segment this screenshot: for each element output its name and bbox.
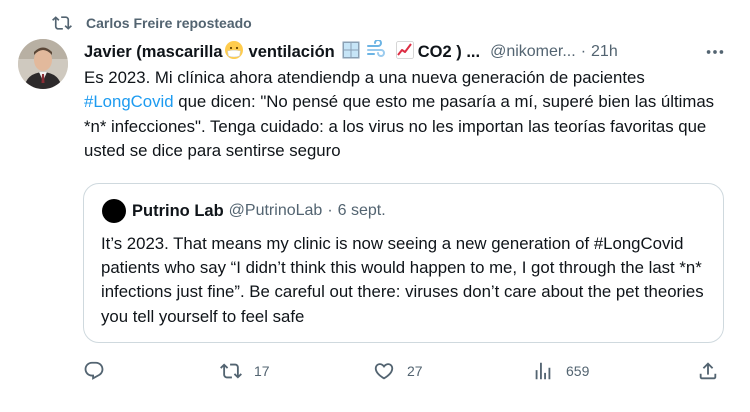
tweet-time[interactable]: 21h <box>591 43 618 61</box>
views-button[interactable]: 659 <box>532 358 589 384</box>
author-name-tail[interactable]: CO2 ) ... <box>418 43 480 62</box>
quoted-tweet-card[interactable]: Putrino Lab @PutrinoLab · 6 sept. It’s 2… <box>83 183 724 343</box>
quoted-tweet-text: It’s 2023. That means my clinic is now s… <box>101 234 704 326</box>
quoted-author-handle: @PutrinoLab <box>228 202 323 219</box>
repost-indicator: Carlos Freire reposteado <box>52 12 252 34</box>
views-count: 659 <box>566 363 590 379</box>
repost-icon <box>52 13 72 33</box>
reply-icon <box>84 361 104 380</box>
author-avatar[interactable] <box>18 39 68 89</box>
author-name[interactable]: Javier (mascarilla <box>84 43 223 62</box>
quoted-tweet-header: Putrino Lab @PutrinoLab · 6 sept. <box>102 199 386 223</box>
quoted-author-avatar <box>102 199 126 223</box>
repost-icon <box>220 363 242 379</box>
chart-increasing-emoji-icon <box>395 40 415 65</box>
quoted-tweet-date: 6 sept. <box>337 202 386 219</box>
share-icon <box>699 362 717 380</box>
like-button[interactable]: 27 <box>373 358 423 384</box>
wind-emoji-icon <box>366 38 386 65</box>
author-handle[interactable]: @nikomer... <box>490 43 576 61</box>
author-name-continued[interactable]: ventilación <box>249 43 335 62</box>
tweet-text: Es 2023. Mi clínica ahora atendiendp a u… <box>84 66 734 164</box>
tweet-header: Javier (mascarilla ventilación CO2) ...… <box>84 38 734 65</box>
repost-count: 17 <box>254 363 270 379</box>
hashtag-link[interactable]: #LongCovid <box>84 92 174 111</box>
tweet-actions: 17 27 659 <box>83 358 724 384</box>
quoted-author-name: Putrino Lab <box>132 201 224 220</box>
reply-button[interactable] <box>83 358 117 384</box>
views-icon <box>535 362 551 380</box>
more-icon[interactable] <box>704 41 726 63</box>
repost-label[interactable]: Carlos Freire reposteado <box>86 15 252 31</box>
repost-button[interactable]: 17 <box>220 358 270 384</box>
separator-dot: · <box>327 202 333 219</box>
share-button[interactable] <box>697 358 719 384</box>
tweet-text-part2: que dicen: "No pensé que esto me pasaría… <box>84 92 715 161</box>
mask-face-emoji-icon <box>224 40 244 65</box>
heart-icon <box>374 363 394 380</box>
separator-dot: · <box>580 43 587 60</box>
tweet-text-part1: Es 2023. Mi clínica ahora atendiendp a u… <box>84 68 645 87</box>
window-emoji-icon <box>341 40 361 65</box>
like-count: 27 <box>407 363 423 379</box>
